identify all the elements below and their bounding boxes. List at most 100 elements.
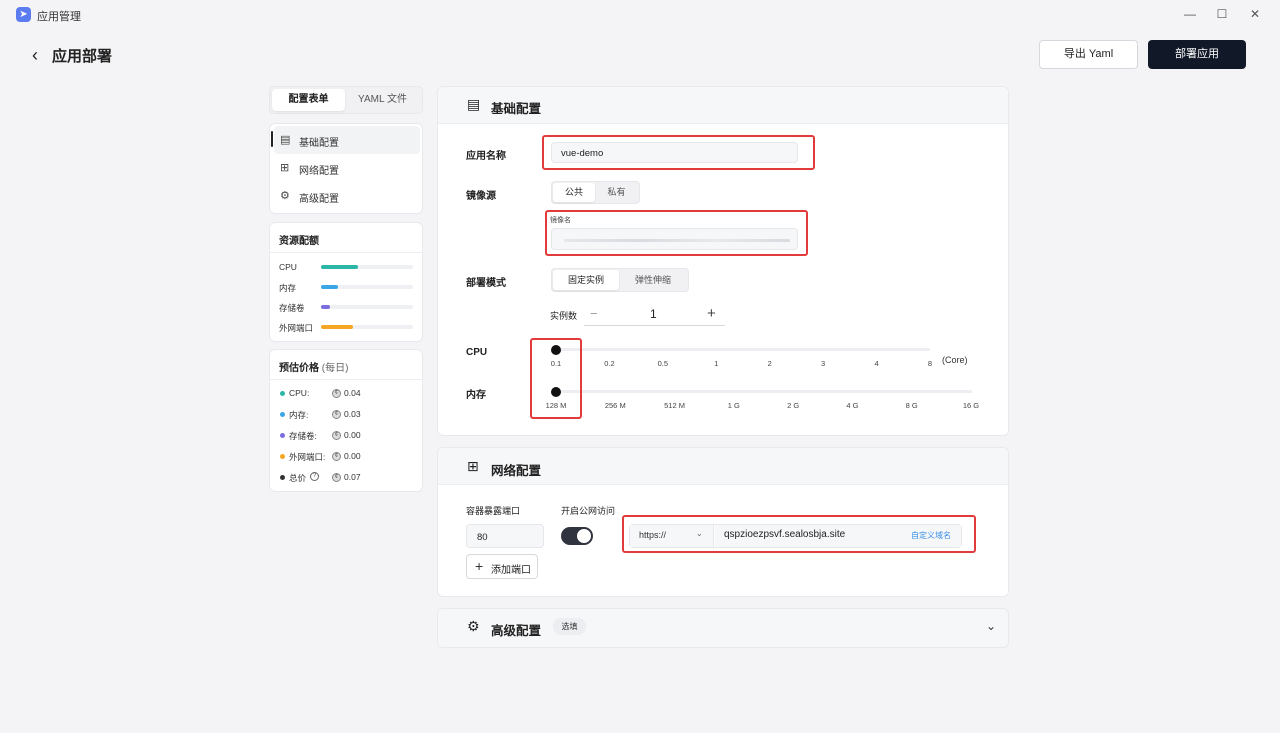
deploy-mode-label: 部署模式 <box>466 278 506 289</box>
coin-icon: ¢ <box>332 452 341 461</box>
nav-item-advanced[interactable]: ⚙ 高级配置 <box>274 182 420 210</box>
cpu-tick-label[interactable]: 2 <box>750 359 790 368</box>
price-value: 0.00 <box>344 451 361 461</box>
tab-yaml-file[interactable]: YAML 文件 <box>345 89 420 111</box>
mode-fixed[interactable]: 固定实例 <box>553 270 619 290</box>
image-source-private[interactable]: 私有 <box>595 183 638 202</box>
resource-bar-fill <box>321 265 358 269</box>
page-title: 应用部署 <box>52 48 113 65</box>
resource-bar-fill <box>321 285 338 289</box>
gear-icon: ⚙ <box>467 618 480 634</box>
chevron-down-icon[interactable]: ⌄ <box>986 619 996 633</box>
cpu-label: CPU <box>466 347 488 358</box>
port-label: 容器暴露端口 <box>466 506 521 516</box>
memory-tick-label[interactable]: 2 G <box>773 401 813 410</box>
active-indicator <box>271 131 273 147</box>
port-input[interactable]: 80 <box>466 524 544 548</box>
minimize-button[interactable]: — <box>1180 6 1200 22</box>
export-yaml-button[interactable]: 导出 Yaml <box>1039 40 1138 69</box>
cpu-tick-label[interactable]: 0.2 <box>589 359 629 368</box>
highlight-box <box>530 338 582 419</box>
price-label: 存储卷: <box>289 431 317 441</box>
tab-config-form[interactable]: 配置表单 <box>272 89 345 111</box>
nav-item-network[interactable]: ⊞ 网络配置 <box>274 154 420 182</box>
replicas-label: 实例数 <box>550 311 578 321</box>
public-access-label: 开启公网访问 <box>561 506 616 516</box>
optional-badge: 选填 <box>553 618 586 635</box>
memory-label: 内存 <box>466 390 486 401</box>
image-source-public[interactable]: 公共 <box>553 183 595 202</box>
resource-bar <box>321 305 413 309</box>
section-title: 基础配置 <box>491 102 542 116</box>
public-access-toggle[interactable] <box>561 527 593 545</box>
resource-label: 外网端口 <box>279 323 314 333</box>
cpu-tick-label[interactable]: 1 <box>696 359 736 368</box>
resource-bar <box>321 265 413 269</box>
memory-tick-label[interactable]: 16 G <box>951 401 991 410</box>
price-label: 外网端口: <box>289 452 326 462</box>
mode-elastic[interactable]: 弹性伸缩 <box>619 270 687 290</box>
coin-icon: ¢ <box>332 431 341 440</box>
cpu-tick-label[interactable]: 4 <box>857 359 897 368</box>
deploy-app-button[interactable]: 部署应用 <box>1148 40 1246 69</box>
close-button[interactable]: ✕ <box>1245 6 1265 22</box>
resource-bar-fill <box>321 325 354 329</box>
chevron-left-icon[interactable]: ‹ <box>32 45 38 66</box>
cpu-tick-label[interactable]: 3 <box>803 359 843 368</box>
price-dot <box>280 433 285 438</box>
cpu-unit: (Core) <box>942 355 968 365</box>
replicas-plus-button[interactable]: + <box>707 305 716 322</box>
memory-tick-label[interactable]: 1 G <box>714 401 754 410</box>
memory-tick-label[interactable]: 512 M <box>655 401 695 410</box>
add-port-button[interactable]: + 添加端口 <box>466 554 538 579</box>
memory-slider-track[interactable] <box>556 390 972 393</box>
price-value: 0.03 <box>344 409 361 419</box>
document-icon: ▤ <box>280 134 291 146</box>
title-bar <box>0 0 1280 28</box>
resource-bar <box>321 325 413 329</box>
price-value: 0.00 <box>344 430 361 440</box>
window-title: 应用管理 <box>37 11 81 23</box>
image-source-label: 镜像源 <box>466 191 496 202</box>
price-dot <box>280 412 285 417</box>
memory-tick-label[interactable]: 256 M <box>595 401 635 410</box>
maximize-button[interactable]: ☐ <box>1212 6 1232 22</box>
cpu-slider-track[interactable] <box>556 348 930 351</box>
coin-icon: ¢ <box>332 473 341 482</box>
replicas-minus-button[interactable]: − <box>590 306 598 321</box>
add-port-label: 添加端口 <box>491 565 531 576</box>
price-title: 预估价格 (每日) <box>279 363 349 374</box>
replicas-value[interactable]: 1 <box>650 307 657 321</box>
divider <box>270 252 422 253</box>
plus-icon: + <box>475 558 484 574</box>
stepper-underline <box>584 325 725 326</box>
price-label: 总价 <box>289 473 307 483</box>
nav-item-label: 基础配置 <box>299 138 339 149</box>
port-value: 80 <box>477 532 488 543</box>
network-icon: ⊞ <box>280 162 290 174</box>
app-name-label: 应用名称 <box>466 151 506 162</box>
nav-item-label: 高级配置 <box>299 194 339 205</box>
price-dot <box>280 391 285 396</box>
coin-icon: ¢ <box>332 410 341 419</box>
price-title-suffix: (每日) <box>321 363 349 374</box>
nav-item-label: 网络配置 <box>299 166 339 177</box>
network-icon: ⊞ <box>467 458 479 474</box>
resource-label: CPU <box>279 262 297 272</box>
gear-icon: ⚙ <box>280 190 290 202</box>
section-title: 网络配置 <box>491 464 542 478</box>
price-label: 内存: <box>289 410 309 420</box>
divider <box>270 379 422 380</box>
cpu-tick-label[interactable]: 0.5 <box>643 359 683 368</box>
highlight-box <box>622 515 976 553</box>
memory-tick-label[interactable]: 8 G <box>892 401 932 410</box>
highlight-box <box>545 210 808 256</box>
nav-item-basic[interactable]: ▤ 基础配置 <box>274 126 420 154</box>
toggle-knob <box>577 529 591 543</box>
coin-icon: ¢ <box>332 389 341 398</box>
price-value: 0.04 <box>344 388 361 398</box>
section-title: 高级配置 <box>491 624 542 638</box>
resource-bar-fill <box>321 305 331 309</box>
memory-tick-label[interactable]: 4 G <box>832 401 872 410</box>
help-icon[interactable]: ? <box>310 472 319 481</box>
